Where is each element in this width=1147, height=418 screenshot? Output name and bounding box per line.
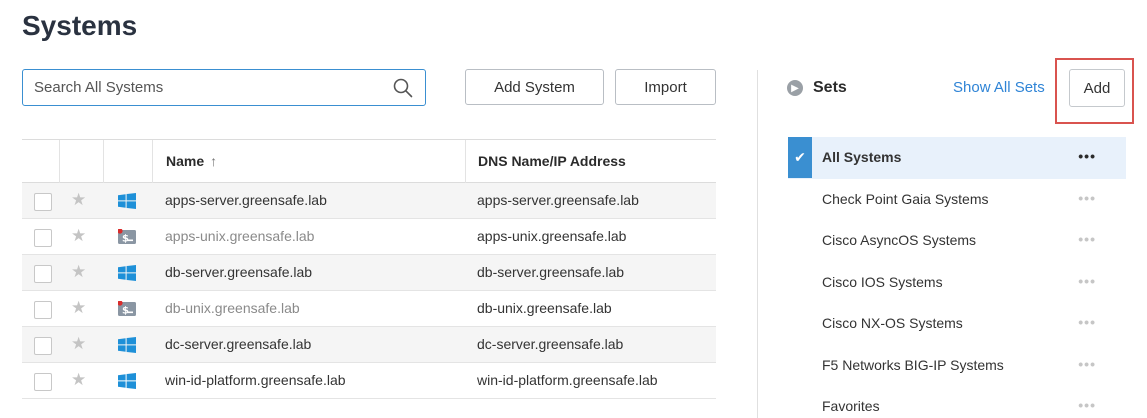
import-button[interactable]: Import — [615, 69, 716, 105]
table-row[interactable]: ★ db-server.greensafe.lab db-server.greens… — [22, 255, 716, 291]
more-options-icon[interactable]: ••• — [1078, 262, 1096, 300]
set-item-label: Favorites — [822, 398, 880, 414]
systems-table: Name ↑ DNS Name/IP Address ★ apps-server.g… — [22, 139, 716, 399]
system-name[interactable]: db-server.greensafe.lab — [165, 255, 312, 289]
search-icon[interactable] — [393, 78, 413, 98]
column-header-dns[interactable]: DNS Name/IP Address — [478, 140, 626, 184]
system-dns: apps-server.greensafe.lab — [477, 192, 639, 208]
add-system-button[interactable]: Add System — [465, 69, 604, 105]
system-name[interactable]: apps-server.greensafe.lab — [165, 183, 327, 217]
table-row[interactable]: ★ dc-server.greensafe.lab dc-server.greens… — [22, 327, 716, 363]
column-divider — [152, 140, 153, 184]
set-item-label: F5 Networks BIG-IP Systems — [822, 356, 1004, 373]
set-item-label: All Systems — [822, 149, 902, 165]
set-item-label: Check Point Gaia Systems — [822, 190, 989, 207]
table-row[interactable]: ★ win-id-platform.greensafe.lab win-id-pla… — [22, 363, 716, 399]
system-name[interactable]: apps-unix.greensafe.lab — [165, 219, 314, 253]
set-item[interactable]: Check Point Gaia Systems ••• — [788, 179, 1126, 221]
row-checkbox[interactable] — [34, 373, 52, 391]
system-dns: apps-unix.greensafe.lab — [477, 228, 627, 244]
row-checkbox[interactable] — [34, 301, 52, 319]
system-dns: dc-server.greensafe.lab — [477, 336, 624, 352]
windows-icon — [118, 337, 136, 353]
unix-terminal-icon: $ — [118, 301, 136, 317]
favorite-star-icon[interactable]: ★ — [71, 334, 86, 354]
page-title: Systems — [22, 10, 138, 41]
show-all-sets-link[interactable]: Show All Sets — [953, 79, 1045, 96]
set-item[interactable]: Cisco IOS Systems ••• — [788, 262, 1126, 304]
chevron-right-icon[interactable]: ▶ — [787, 80, 803, 96]
search-box[interactable] — [22, 69, 426, 106]
system-name[interactable]: dc-server.greensafe.lab — [165, 327, 311, 361]
system-dns: db-unix.greensafe.lab — [477, 300, 612, 316]
set-item[interactable]: Cisco AsyncOS Systems ••• — [788, 220, 1126, 262]
more-options-icon[interactable]: ••• — [1078, 220, 1096, 258]
windows-icon — [118, 265, 136, 281]
column-header-name[interactable]: Name ↑ — [166, 140, 217, 184]
table-body: ★ apps-server.greensafe.lab apps-server.gr… — [22, 183, 716, 399]
set-item-label: Cisco NX-OS Systems — [822, 315, 963, 331]
favorite-star-icon[interactable]: ★ — [71, 298, 86, 318]
row-checkbox[interactable] — [34, 337, 52, 355]
favorite-star-icon[interactable]: ★ — [71, 190, 86, 210]
row-checkbox[interactable] — [34, 193, 52, 211]
set-item-label: Cisco AsyncOS Systems — [822, 232, 977, 248]
set-item-label: Cisco IOS Systems — [822, 273, 943, 290]
search-input[interactable] — [23, 70, 383, 105]
table-header: Name ↑ DNS Name/IP Address — [22, 139, 716, 184]
favorite-star-icon[interactable]: ★ — [71, 262, 86, 282]
more-options-icon[interactable]: ••• — [1078, 345, 1096, 383]
system-dns: db-server.greensafe.lab — [477, 264, 625, 280]
svg-text:$: $ — [122, 306, 129, 317]
favorite-star-icon[interactable]: ★ — [71, 226, 86, 246]
favorite-star-icon[interactable]: ★ — [71, 370, 86, 390]
table-row[interactable]: ★ $ db-unix.greensafe.lab db-unix.greensafe… — [22, 291, 716, 327]
highlight-box — [1055, 58, 1134, 124]
table-row[interactable]: ★ apps-server.greensafe.lab apps-server.gr… — [22, 183, 716, 219]
column-header-name-label: Name — [166, 153, 205, 169]
set-item[interactable]: Favorites ••• — [788, 386, 1126, 418]
panel-divider — [757, 70, 758, 418]
column-divider — [59, 140, 60, 184]
row-checkbox[interactable] — [34, 265, 52, 283]
checkmark-icon: ✔ — [788, 137, 812, 178]
system-name[interactable]: win-id-platform.greensafe.lab — [165, 363, 346, 397]
more-options-icon[interactable]: ••• — [1078, 137, 1096, 175]
row-checkbox[interactable] — [34, 229, 52, 247]
svg-text:$: $ — [122, 234, 129, 245]
column-divider — [103, 140, 104, 184]
sets-header[interactable]: ▶ Sets — [787, 76, 847, 100]
unix-terminal-icon: $ — [118, 229, 136, 245]
more-options-icon[interactable]: ••• — [1078, 179, 1096, 217]
set-item[interactable]: Cisco NX-OS Systems ••• — [788, 303, 1126, 345]
system-dns: win-id-platform.greensafe.lab — [477, 372, 658, 388]
set-item[interactable]: F5 Networks BIG-IP Systems ••• — [788, 345, 1126, 387]
more-options-icon[interactable]: ••• — [1078, 386, 1096, 418]
windows-icon — [118, 193, 136, 209]
more-options-icon[interactable]: ••• — [1078, 303, 1096, 341]
column-divider — [465, 140, 466, 184]
sets-title: Sets — [813, 79, 847, 96]
sort-ascending-icon: ↑ — [210, 153, 218, 169]
system-name[interactable]: db-unix.greensafe.lab — [165, 291, 300, 325]
set-item[interactable]: ✔ All Systems ••• — [788, 137, 1126, 179]
table-row[interactable]: ★ $ apps-unix.greensafe.lab apps-unix.green… — [22, 219, 716, 255]
windows-icon — [118, 373, 136, 389]
sets-list: ✔ All Systems ••• Check Point Gaia Systems •… — [788, 137, 1126, 418]
